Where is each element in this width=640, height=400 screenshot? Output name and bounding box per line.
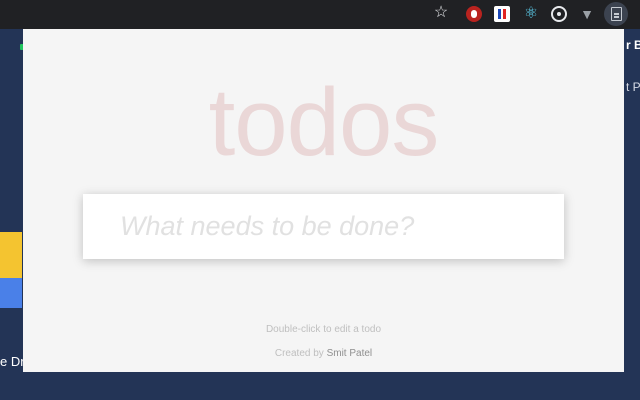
drive-logo-fragment	[0, 232, 22, 308]
todo-popup: todos Double-click to edit a todo Create…	[23, 29, 624, 372]
browser-toolbar: ☆ ⚛ ▼	[0, 0, 640, 29]
background-heading-fragment: r Be	[626, 38, 640, 52]
credit-line: Created by Smit Patel	[23, 348, 624, 359]
new-todo-box	[83, 194, 564, 259]
background-text-fragment: t Pa	[626, 80, 640, 94]
app-title: todos	[208, 69, 440, 176]
background-label-fragment: e Dr	[0, 354, 25, 369]
document-extension-icon[interactable]	[604, 2, 628, 26]
new-todo-input[interactable]	[83, 194, 564, 259]
bookmark-star-icon[interactable]: ☆	[432, 4, 450, 22]
adblock-icon[interactable]	[466, 6, 482, 22]
vue-icon[interactable]: ▼	[577, 4, 597, 24]
flag-extension-icon[interactable]	[494, 6, 510, 22]
credit-prefix: Created by	[274, 348, 324, 359]
react-icon[interactable]: ⚛	[521, 4, 541, 24]
credit-author: Smit Patel	[326, 348, 373, 359]
edit-hint: Double-click to edit a todo	[265, 324, 382, 335]
target-icon[interactable]	[549, 4, 569, 24]
